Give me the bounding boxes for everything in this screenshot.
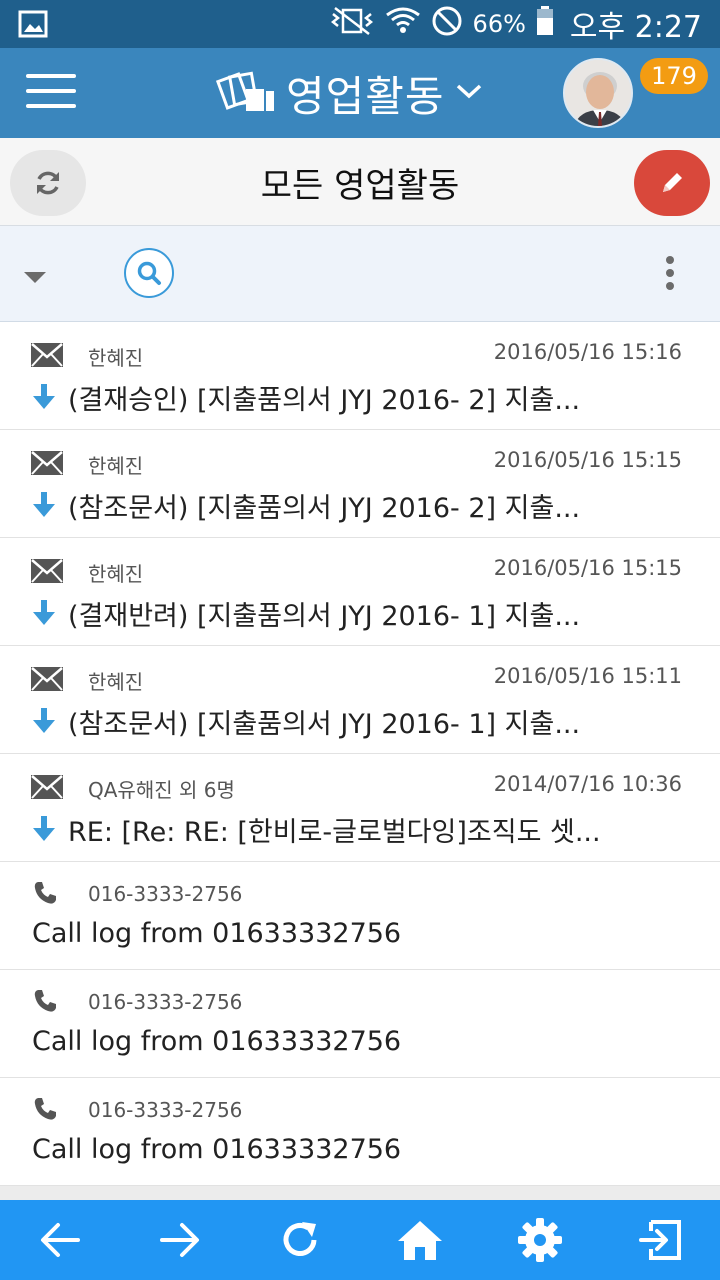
list-item[interactable]: 016-3333-2756 Call log from 01633332756	[0, 970, 720, 1078]
envelope-icon	[30, 450, 64, 478]
activity-sender: 016-3333-2756	[88, 882, 243, 906]
gallery-notification-icon	[18, 10, 48, 38]
activity-sender: 한혜진	[88, 454, 144, 478]
incoming-arrow-icon	[30, 814, 58, 844]
app-bar: 영업활동 179	[0, 48, 720, 138]
list-item[interactable]: 한혜진 2016/05/16 15:11 (참조문서) [지출품의서 JYJ 2…	[0, 646, 720, 754]
compose-button[interactable]	[634, 150, 710, 216]
activity-sender: 한혜진	[88, 562, 144, 586]
clock: 오후 2:27	[569, 10, 702, 45]
activity-date: 2016/05/16 15:11	[493, 664, 682, 688]
module-selector[interactable]: 영업활동	[215, 62, 483, 124]
activity-subject: (참조문서) [지출품의서 JYJ 2016- 1] 지출...	[68, 709, 581, 740]
list-item[interactable]: 한혜진 2016/05/16 15:16 (결재승인) [지출품의서 JYJ 2…	[0, 322, 720, 430]
settings-button[interactable]	[510, 1210, 570, 1270]
home-icon	[398, 1221, 442, 1260]
reload-button[interactable]	[270, 1210, 330, 1270]
incoming-arrow-icon	[30, 382, 58, 412]
list-item[interactable]: QA유해진 외 6명 2014/07/16 10:36 RE: [Re: RE:…	[0, 754, 720, 862]
activity-sender: 016-3333-2756	[88, 990, 243, 1014]
gear-icon	[518, 1218, 562, 1262]
activity-sender: 한혜진	[88, 670, 144, 694]
sub-header: 모든 영업활동	[0, 138, 720, 226]
envelope-icon	[30, 558, 64, 586]
list-footer-divider	[0, 1186, 720, 1200]
list-item[interactable]: 한혜진 2016/05/16 15:15 (참조문서) [지출품의서 JYJ 2…	[0, 430, 720, 538]
forward-button[interactable]	[150, 1210, 210, 1270]
back-button[interactable]	[30, 1210, 90, 1270]
activity-subject: (결재승인) [지출품의서 JYJ 2016- 2] 지출...	[68, 385, 581, 416]
phone-icon	[32, 880, 58, 906]
app-title: 영업활동	[286, 71, 445, 121]
phone-icon	[32, 1096, 58, 1122]
activity-date: 2016/05/16 15:15	[493, 448, 682, 472]
envelope-icon	[30, 342, 64, 370]
activity-sender: 한혜진	[88, 346, 144, 370]
envelope-icon	[30, 666, 64, 694]
activity-sender: 016-3333-2756	[88, 1098, 243, 1122]
logout-icon	[639, 1220, 681, 1260]
menu-button[interactable]	[26, 74, 76, 112]
pencil-icon	[663, 173, 682, 192]
search-icon	[137, 261, 161, 285]
list-item[interactable]: 한혜진 2016/05/16 15:15 (결재반려) [지출품의서 JYJ 2…	[0, 538, 720, 646]
back-arrow-icon	[41, 1223, 80, 1257]
home-button[interactable]	[390, 1210, 450, 1270]
list-item[interactable]: 016-3333-2756 Call log from 01633332756	[0, 862, 720, 970]
page-title: 모든 영업활동	[260, 166, 460, 206]
bottom-nav	[0, 1200, 720, 1280]
activity-sender: QA유해진 외 6명	[88, 778, 235, 802]
wifi-icon	[385, 5, 421, 44]
incoming-arrow-icon	[30, 598, 58, 628]
activity-date: 2016/05/16 15:15	[493, 556, 682, 580]
forward-arrow-icon	[160, 1223, 199, 1257]
activity-subject: Call log from 01633332756	[32, 1026, 402, 1057]
activity-date: 2014/07/16 10:36	[493, 772, 682, 796]
activity-subject: RE: [Re: RE: [한비로-글로벌다잉]조직도 셋...	[68, 817, 601, 848]
more-options-icon[interactable]	[666, 256, 676, 292]
activity-subject: Call log from 01633332756	[32, 918, 402, 949]
avatar[interactable]	[563, 58, 633, 128]
activity-date: 2016/05/16 15:16	[493, 340, 682, 364]
battery-percent: 66%	[472, 10, 526, 38]
filter-dropdown-caret-icon[interactable]	[24, 272, 46, 283]
envelope-icon	[30, 774, 64, 802]
filter-bar	[0, 226, 720, 322]
list-item[interactable]: 016-3333-2756 Call log from 01633332756	[0, 1078, 720, 1186]
search-button[interactable]	[124, 248, 174, 298]
reload-icon	[283, 1222, 317, 1256]
incoming-arrow-icon	[30, 490, 58, 520]
activity-subject: (결재반려) [지출품의서 JYJ 2016- 1] 지출...	[68, 601, 581, 632]
notification-badge[interactable]: 179	[640, 58, 708, 94]
sales-activity-icon	[215, 67, 276, 119]
activity-list: 한혜진 2016/05/16 15:16 (결재승인) [지출품의서 JYJ 2…	[0, 322, 720, 1186]
do-not-disturb-icon	[431, 5, 463, 44]
status-bar: 66% 오후 2:27	[0, 0, 720, 48]
vibrate-mute-icon	[329, 6, 375, 43]
activity-subject: Call log from 01633332756	[32, 1134, 402, 1165]
logout-button[interactable]	[630, 1210, 690, 1270]
activity-subject: (참조문서) [지출품의서 JYJ 2016- 2] 지출...	[68, 493, 581, 524]
chevron-down-icon	[455, 81, 483, 105]
incoming-arrow-icon	[30, 706, 58, 736]
battery-icon	[536, 5, 554, 43]
phone-icon	[32, 988, 58, 1014]
